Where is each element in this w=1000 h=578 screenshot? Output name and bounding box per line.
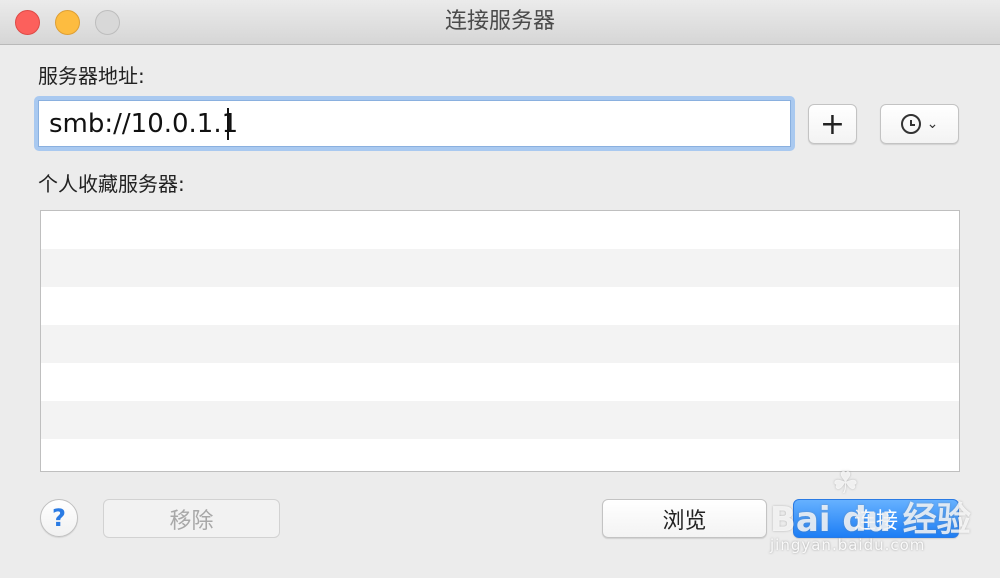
chevron-down-icon: ⌄ bbox=[926, 116, 939, 132]
text-caret bbox=[227, 108, 229, 140]
list-row bbox=[41, 401, 959, 439]
recent-servers-button[interactable]: ⌄ bbox=[880, 104, 959, 144]
favorite-servers-list[interactable] bbox=[40, 210, 960, 472]
clock-icon bbox=[900, 114, 921, 134]
add-favorite-button[interactable]: + bbox=[808, 104, 857, 144]
browse-button[interactable]: 浏览 bbox=[602, 499, 767, 538]
connect-button[interactable]: 连接 bbox=[793, 499, 959, 538]
remove-button[interactable]: 移除 bbox=[103, 499, 280, 538]
plus-icon: + bbox=[819, 106, 846, 142]
window-title: 连接服务器 bbox=[444, 9, 555, 34]
title-bar: 连接服务器 bbox=[0, 0, 1000, 45]
server-address-label: 服务器地址: bbox=[38, 64, 145, 88]
list-row bbox=[41, 211, 959, 249]
list-row bbox=[41, 249, 959, 287]
server-address-input[interactable] bbox=[38, 100, 791, 147]
help-button[interactable]: ? bbox=[40, 499, 78, 537]
list-row bbox=[41, 287, 959, 325]
list-row bbox=[41, 363, 959, 401]
server-address-field bbox=[34, 96, 795, 151]
help-icon: ? bbox=[52, 504, 66, 532]
list-row bbox=[41, 325, 959, 363]
watermark-url: jingyan.baidu.com bbox=[770, 536, 926, 554]
connect-server-window: 连接服务器 服务器地址: + ⌄ 个人收藏服务器: ? 移除 浏览 连接 ☘ B… bbox=[0, 0, 1000, 578]
list-row bbox=[41, 439, 959, 471]
favorite-servers-label: 个人收藏服务器: bbox=[38, 172, 185, 196]
